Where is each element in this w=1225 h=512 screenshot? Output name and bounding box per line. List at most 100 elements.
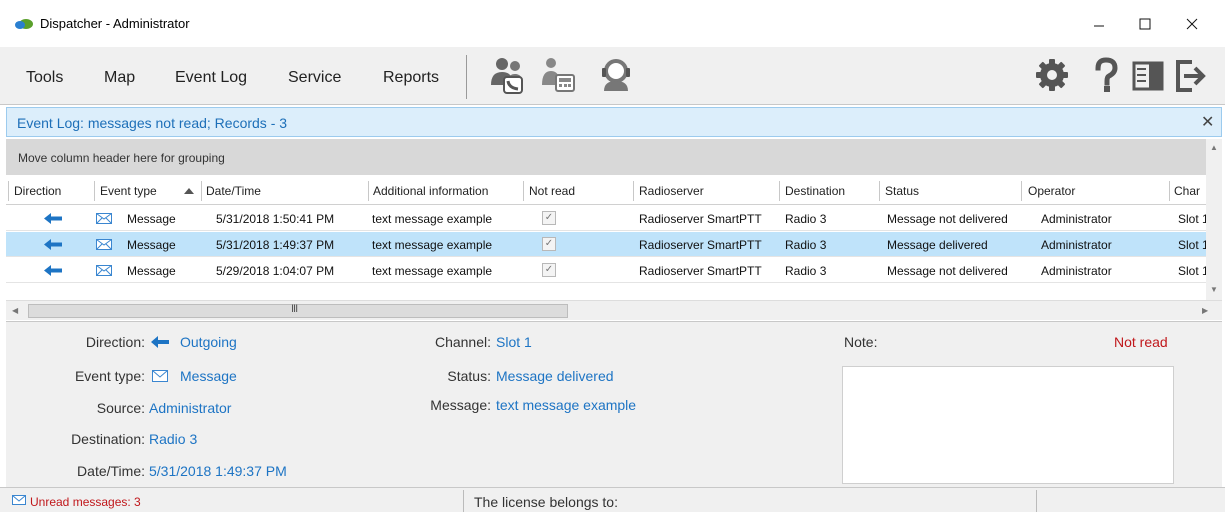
outgoing-arrow-icon	[44, 265, 62, 276]
not-read-checkbox[interactable]: ✓	[542, 237, 556, 251]
datetime-label: Date/Time:	[77, 463, 145, 479]
calls-icon[interactable]	[488, 55, 528, 95]
event-type-label: Event type:	[74, 368, 145, 384]
message-envelope-icon	[96, 213, 112, 224]
outgoing-arrow-icon	[44, 213, 62, 224]
message-envelope-icon	[96, 239, 112, 250]
status-separator	[463, 490, 464, 512]
column-header-not-read[interactable]: Not read	[529, 184, 575, 198]
event-log-grid: Direction Event type Date/Time Additiona…	[6, 175, 1206, 300]
window-title: Dispatcher - Administrator	[40, 16, 190, 31]
sort-ascending-icon	[184, 188, 194, 194]
menu-service[interactable]: Service	[288, 69, 341, 87]
column-header-datetime[interactable]: Date/Time	[206, 184, 261, 198]
source-label: Source:	[96, 400, 145, 416]
cell-additional-info: text message example	[372, 212, 493, 226]
menu-map[interactable]: Map	[104, 69, 135, 87]
cell-destination: Radio 3	[785, 238, 827, 252]
column-header-direction[interactable]: Direction	[14, 184, 61, 198]
horizontal-scrollbar[interactable]: ◀ III ▶	[6, 300, 1222, 320]
cell-operator: Administrator	[1041, 264, 1112, 278]
maximize-button[interactable]	[1122, 10, 1168, 38]
destination-value: Radio 3	[149, 431, 198, 447]
column-header-event-type[interactable]: Event type	[100, 184, 157, 198]
datetime-value: 5/31/2018 1:49:37 PM	[149, 463, 287, 479]
layout-icon[interactable]	[1128, 55, 1168, 95]
outgoing-arrow-icon	[44, 239, 62, 250]
cell-event-type: Message	[127, 212, 176, 226]
cell-additional-info: text message example	[372, 238, 493, 252]
menu-tools[interactable]: Tools	[26, 69, 63, 87]
grouping-panel[interactable]: Move column header here for grouping	[6, 139, 1206, 175]
message-value: text message example	[496, 397, 637, 413]
cell-radioserver: Radioserver SmartPTT	[639, 212, 762, 226]
event-type-value: Message	[180, 368, 237, 384]
title-bar: Dispatcher - Administrator	[0, 0, 1225, 47]
app-logo-icon	[15, 19, 33, 29]
exit-icon[interactable]	[1170, 55, 1210, 95]
cell-destination: Radio 3	[785, 264, 827, 278]
cell-datetime: 5/29/2018 1:04:07 PM	[216, 264, 335, 278]
scroll-right-icon[interactable]: ▶	[1202, 306, 1208, 315]
table-row-selected[interactable]: Message 5/31/2018 1:49:37 PM text messag…	[6, 232, 1206, 257]
outgoing-arrow-icon	[151, 336, 169, 348]
cell-status: Message delivered	[887, 238, 988, 252]
cell-status: Message not delivered	[887, 264, 1008, 278]
column-header-destination[interactable]: Destination	[785, 184, 845, 198]
operator-headset-icon[interactable]	[596, 55, 636, 95]
cell-operator: Administrator	[1041, 212, 1112, 226]
not-read-checkbox[interactable]: ✓	[542, 263, 556, 277]
note-textarea[interactable]	[842, 366, 1174, 484]
column-header-operator[interactable]: Operator	[1028, 184, 1075, 198]
license-owner: The license belongs to:	[474, 494, 618, 510]
status-bar: Unread messages: 3 The license belongs t…	[0, 487, 1225, 512]
close-window-button[interactable]	[1169, 10, 1215, 38]
menu-event-log[interactable]: Event Log	[175, 69, 247, 87]
close-panel-icon[interactable]: ✕	[1201, 112, 1214, 132]
event-log-header: Event Log: messages not read; Records - …	[6, 107, 1222, 137]
unread-messages-count[interactable]: Unread messages: 3	[30, 495, 141, 509]
maximize-icon	[1139, 18, 1151, 30]
cell-operator: Administrator	[1041, 238, 1112, 252]
gear-icon[interactable]	[1032, 55, 1072, 95]
direction-value: Outgoing	[180, 334, 237, 350]
grouping-hint: Move column header here for grouping	[18, 151, 225, 165]
close-icon	[1186, 18, 1198, 30]
cell-channel: Slot 1	[1178, 264, 1206, 278]
direction-label: Direction:	[85, 334, 145, 350]
status-value: Message delivered	[496, 368, 614, 384]
channel-label: Channel:	[434, 334, 491, 350]
scroll-down-icon[interactable]: ▼	[1210, 285, 1218, 294]
column-header-additional-info[interactable]: Additional information	[373, 184, 488, 198]
source-value: Administrator	[149, 400, 232, 416]
read-status: Not read	[1114, 334, 1168, 350]
cell-channel: Slot 1	[1178, 212, 1206, 226]
cell-event-type: Message	[127, 238, 176, 252]
destination-label: Destination:	[71, 431, 145, 447]
minimize-button[interactable]	[1076, 10, 1122, 38]
column-header-radioserver[interactable]: Radioserver	[639, 184, 704, 198]
cell-datetime: 5/31/2018 1:50:41 PM	[216, 212, 335, 226]
scroll-thumb[interactable]: III	[28, 303, 568, 318]
cell-additional-info: text message example	[372, 264, 493, 278]
table-row[interactable]: Message 5/31/2018 1:50:41 PM text messag…	[6, 206, 1206, 231]
table-row[interactable]: Message 5/29/2018 1:04:07 PM text messag…	[6, 258, 1206, 283]
message-label: Message:	[430, 397, 491, 413]
menu-separator	[466, 55, 467, 99]
scroll-up-icon[interactable]: ▲	[1210, 143, 1218, 152]
help-icon[interactable]	[1086, 55, 1126, 95]
unread-envelope-icon	[12, 495, 26, 505]
phone-directory-icon[interactable]	[538, 55, 578, 95]
status-label: Status:	[447, 368, 491, 384]
scroll-left-icon[interactable]: ◀	[12, 306, 18, 315]
not-read-checkbox[interactable]: ✓	[542, 211, 556, 225]
menu-reports[interactable]: Reports	[383, 69, 439, 87]
cell-radioserver: Radioserver SmartPTT	[639, 238, 762, 252]
minimize-icon	[1094, 25, 1104, 27]
column-header-channel[interactable]: Char	[1174, 184, 1200, 198]
status-separator	[1036, 490, 1037, 512]
cell-datetime: 5/31/2018 1:49:37 PM	[216, 238, 335, 252]
note-label: Note:	[844, 334, 878, 350]
vertical-scrollbar[interactable]: ▲ ▼	[1206, 139, 1222, 300]
column-header-status[interactable]: Status	[885, 184, 919, 198]
